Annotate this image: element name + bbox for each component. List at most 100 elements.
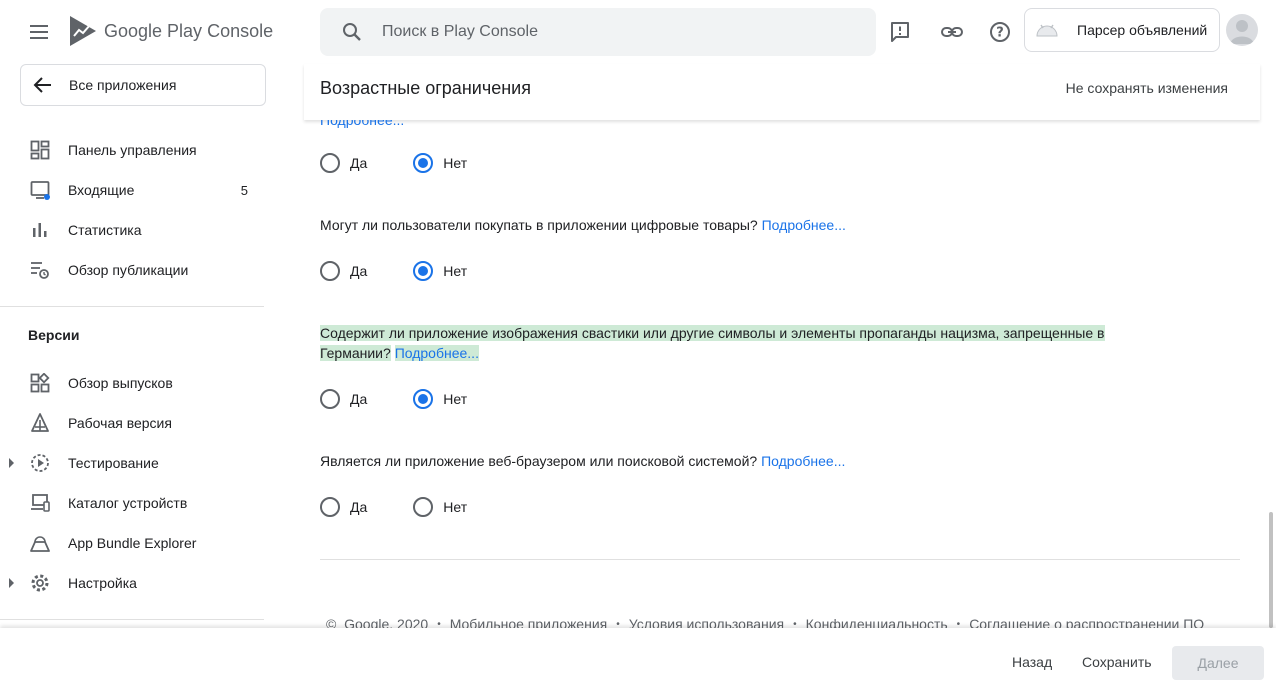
learn-more-link[interactable]: Подробнее... <box>762 217 846 233</box>
device-catalog-icon <box>31 494 50 512</box>
sidebar-item-production[interactable]: Рабочая версия <box>0 403 264 443</box>
radio-label-no: Нет <box>443 155 468 171</box>
arrow-back-icon <box>33 77 51 93</box>
page-header: Возрастные ограничения Не сохранять изме… <box>304 64 1260 120</box>
q2-text: Могут ли пользователи покупать в приложе… <box>320 217 758 233</box>
sidebar-item-label: Обзор выпусков <box>68 375 173 391</box>
questionnaire-content: Подробнее... Да Нет Могут ли пользовател… <box>320 120 1240 628</box>
search-input[interactable] <box>382 23 842 41</box>
q3-radio-group: Да Нет <box>320 387 513 411</box>
q3-question: Содержит ли приложение изображения сваст… <box>320 323 1150 363</box>
next-button[interactable]: Далее <box>1172 646 1264 680</box>
app-bundle-icon <box>30 536 50 552</box>
sidebar-item-label: Тестирование <box>68 455 159 471</box>
q1-radio-group: Да Нет <box>320 151 513 175</box>
content-divider <box>320 559 1240 560</box>
q4-radio-yes[interactable] <box>320 497 340 517</box>
q4-question: Является ли приложение веб-браузером или… <box>320 451 1180 471</box>
q1-radio-no[interactable] <box>413 153 434 173</box>
radio-label-no: Нет <box>443 499 468 515</box>
sidebar-item-label: Каталог устройств <box>68 495 188 511</box>
sidebar-item-label: App Bundle Explorer <box>68 535 197 551</box>
app-account-switcher[interactable]: Парсер объявлений <box>1024 8 1220 52</box>
back-button[interactable]: Назад <box>1012 654 1052 670</box>
play-console-logo-icon <box>70 16 96 46</box>
top-app-bar: Google Play Console ? <box>0 0 1276 64</box>
all-apps-button[interactable]: Все приложения <box>20 64 266 106</box>
footer-separator: • <box>956 618 961 629</box>
sidebar-item-label: Настройка <box>68 575 137 591</box>
search-icon <box>343 23 361 41</box>
sidebar-item-publishing-overview[interactable]: Обзор публикации <box>0 250 264 290</box>
footer-separator: • <box>793 618 797 629</box>
save-button[interactable]: Сохранить <box>1082 654 1152 670</box>
footer-link[interactable]: Конфиденциальность <box>806 616 948 628</box>
q2-radio-yes[interactable] <box>320 261 340 281</box>
discard-changes-button[interactable]: Не сохранять изменения <box>1066 80 1228 96</box>
q4-radio-no[interactable] <box>413 497 434 517</box>
bottom-action-bar: Назад Сохранить Далее <box>0 628 1276 696</box>
link-icon[interactable] <box>938 18 966 46</box>
radio-label-yes: Да <box>350 391 368 407</box>
sidebar-item-releases-overview[interactable]: Обзор выпусков <box>0 363 264 403</box>
footer-link[interactable]: Соглашение о распространении ПО <box>969 616 1204 628</box>
sidebar-divider <box>0 306 264 307</box>
sidebar-item-label: Панель управления <box>68 142 197 158</box>
sidebar-item-settings[interactable]: Настройка <box>0 563 264 603</box>
sidebar-item-label: Обзор публикации <box>68 262 189 278</box>
inbox-icon <box>30 181 50 200</box>
q3-radio-yes[interactable] <box>320 389 340 409</box>
footer-copyright: Google, 2020 <box>344 616 429 628</box>
app-name: Парсер объявлений <box>1077 22 1208 38</box>
page-footer: © Google, 2020 • Мобильное приложения • … <box>326 616 1204 628</box>
publishing-overview-icon <box>31 262 49 279</box>
footer-link[interactable]: Условия использования <box>629 616 784 628</box>
settings-gear-icon <box>31 574 49 592</box>
q4-radio-group: Да Нет <box>320 495 513 519</box>
q4-text: Является ли приложение веб-браузером или… <box>320 453 758 469</box>
learn-more-link[interactable]: Подробнее... <box>761 453 845 469</box>
feedback-icon[interactable] <box>886 18 914 46</box>
inbox-count-badge: 5 <box>240 182 248 198</box>
sidebar-item-device-catalog[interactable]: Каталог устройств <box>0 483 264 523</box>
radio-label-yes: Да <box>350 499 368 515</box>
q3-radio-no[interactable] <box>413 389 434 409</box>
footer-separator: • <box>616 618 620 629</box>
q2-radio-group: Да Нет <box>320 259 513 283</box>
production-icon <box>31 413 49 432</box>
sidebar-item-dashboard[interactable]: Панель управления <box>0 130 264 170</box>
learn-more-link[interactable]: Подробнее... <box>320 120 404 128</box>
sidebar-item-app-bundle-explorer[interactable]: App Bundle Explorer <box>0 523 264 563</box>
sidebar-item-testing[interactable]: Тестирование <box>0 443 264 483</box>
svg-text:?: ? <box>996 26 1004 41</box>
q2-radio-no[interactable] <box>413 261 434 281</box>
sidebar-nav: Все приложения Панель управления Входящи… <box>0 64 280 628</box>
dashboard-icon <box>30 140 50 160</box>
testing-icon <box>31 454 49 472</box>
sidebar-item-label: Входящие <box>68 182 135 198</box>
footer-link[interactable]: Мобильное приложения <box>450 616 608 628</box>
copyright-icon: © <box>326 616 337 628</box>
learn-more-link[interactable]: Подробнее... <box>394 345 479 361</box>
expand-caret-icon[interactable] <box>9 578 14 588</box>
logo-text: Google Play Console <box>104 20 274 41</box>
search-bar[interactable] <box>320 8 876 56</box>
hamburger-menu-icon[interactable] <box>24 18 56 46</box>
sidebar-item-label: Статистика <box>68 222 142 238</box>
q2-question: Могут ли пользователи покупать в приложе… <box>320 215 1180 235</box>
expand-caret-icon[interactable] <box>9 458 14 468</box>
scrollbar[interactable] <box>1269 512 1273 628</box>
radio-label-yes: Да <box>350 263 368 279</box>
play-console-logo[interactable]: Google Play Console <box>68 14 273 48</box>
sidebar-section-versions: Версии <box>28 327 80 343</box>
user-avatar[interactable] <box>1226 14 1258 46</box>
bar-chart-icon <box>33 223 47 237</box>
sidebar-item-inbox[interactable]: Входящие 5 <box>0 170 264 210</box>
help-icon[interactable]: ? <box>986 18 1014 46</box>
sidebar-divider <box>0 619 264 620</box>
android-app-icon <box>1036 24 1058 37</box>
logo-text-console: Console <box>207 20 274 41</box>
releases-overview-icon <box>30 373 50 393</box>
q1-radio-yes[interactable] <box>320 153 340 173</box>
sidebar-item-statistics[interactable]: Статистика <box>0 210 264 250</box>
